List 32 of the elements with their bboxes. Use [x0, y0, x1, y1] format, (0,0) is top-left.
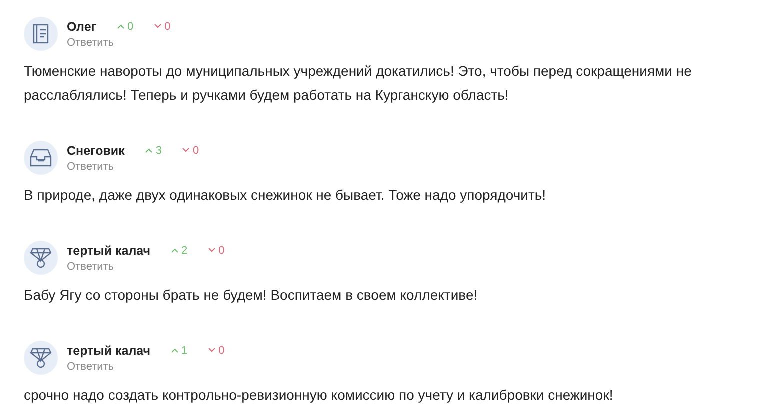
comment-text: Бабу Ягу со стороны брать не будем! Воспитаем в своем коллективе! [24, 286, 479, 305]
author-name: тертый калач [67, 244, 151, 258]
upvote-button[interactable]: 3 [144, 144, 162, 156]
reply-link[interactable]: Ответить [67, 160, 200, 172]
reply-link[interactable]: Ответить [67, 260, 225, 272]
downvote-button[interactable]: 0 [208, 344, 225, 356]
downvote-button[interactable]: 0 [182, 144, 200, 156]
chevron-down-icon [208, 348, 216, 353]
book-icon [33, 24, 49, 44]
author-name: тертый калач [67, 344, 151, 358]
downvote-button[interactable]: 0 [154, 20, 171, 32]
upvote-button[interactable]: 0 [116, 20, 134, 32]
medal-icon [30, 247, 52, 269]
chevron-up-icon [170, 348, 179, 353]
chevron-down-icon [182, 148, 190, 153]
author-name: Снеговик [67, 144, 125, 158]
reply-link[interactable]: Ответить [67, 360, 225, 372]
upvote-button[interactable]: 1 [170, 344, 188, 356]
chevron-up-icon [170, 248, 179, 253]
downvote-button[interactable]: 0 [208, 244, 225, 256]
reply-link[interactable]: Ответить [67, 36, 171, 48]
chevron-up-icon [116, 24, 124, 29]
chevron-down-icon [208, 248, 216, 253]
tray-icon [30, 149, 52, 167]
chevron-up-icon [144, 148, 153, 153]
medal-icon [30, 347, 52, 369]
chevron-down-icon [154, 24, 162, 29]
comment-text: В природе, даже двух одинаковых снежинок не бывает. Тоже надо упорядочить! [24, 186, 548, 205]
comment-text: срочно надо создать контрольно-ревизионную комиссию по учету и калибровки снежинок! [24, 386, 614, 405]
author-name: Олег [67, 20, 96, 34]
comment-text: Тюменские навороты до муниципальных учреждений докатились! Это, чтобы перед сокращениями не расслаблялись! Теперь и ручками будем работать на Курганскую область! [24, 62, 693, 105]
upvote-button[interactable]: 2 [170, 244, 188, 256]
